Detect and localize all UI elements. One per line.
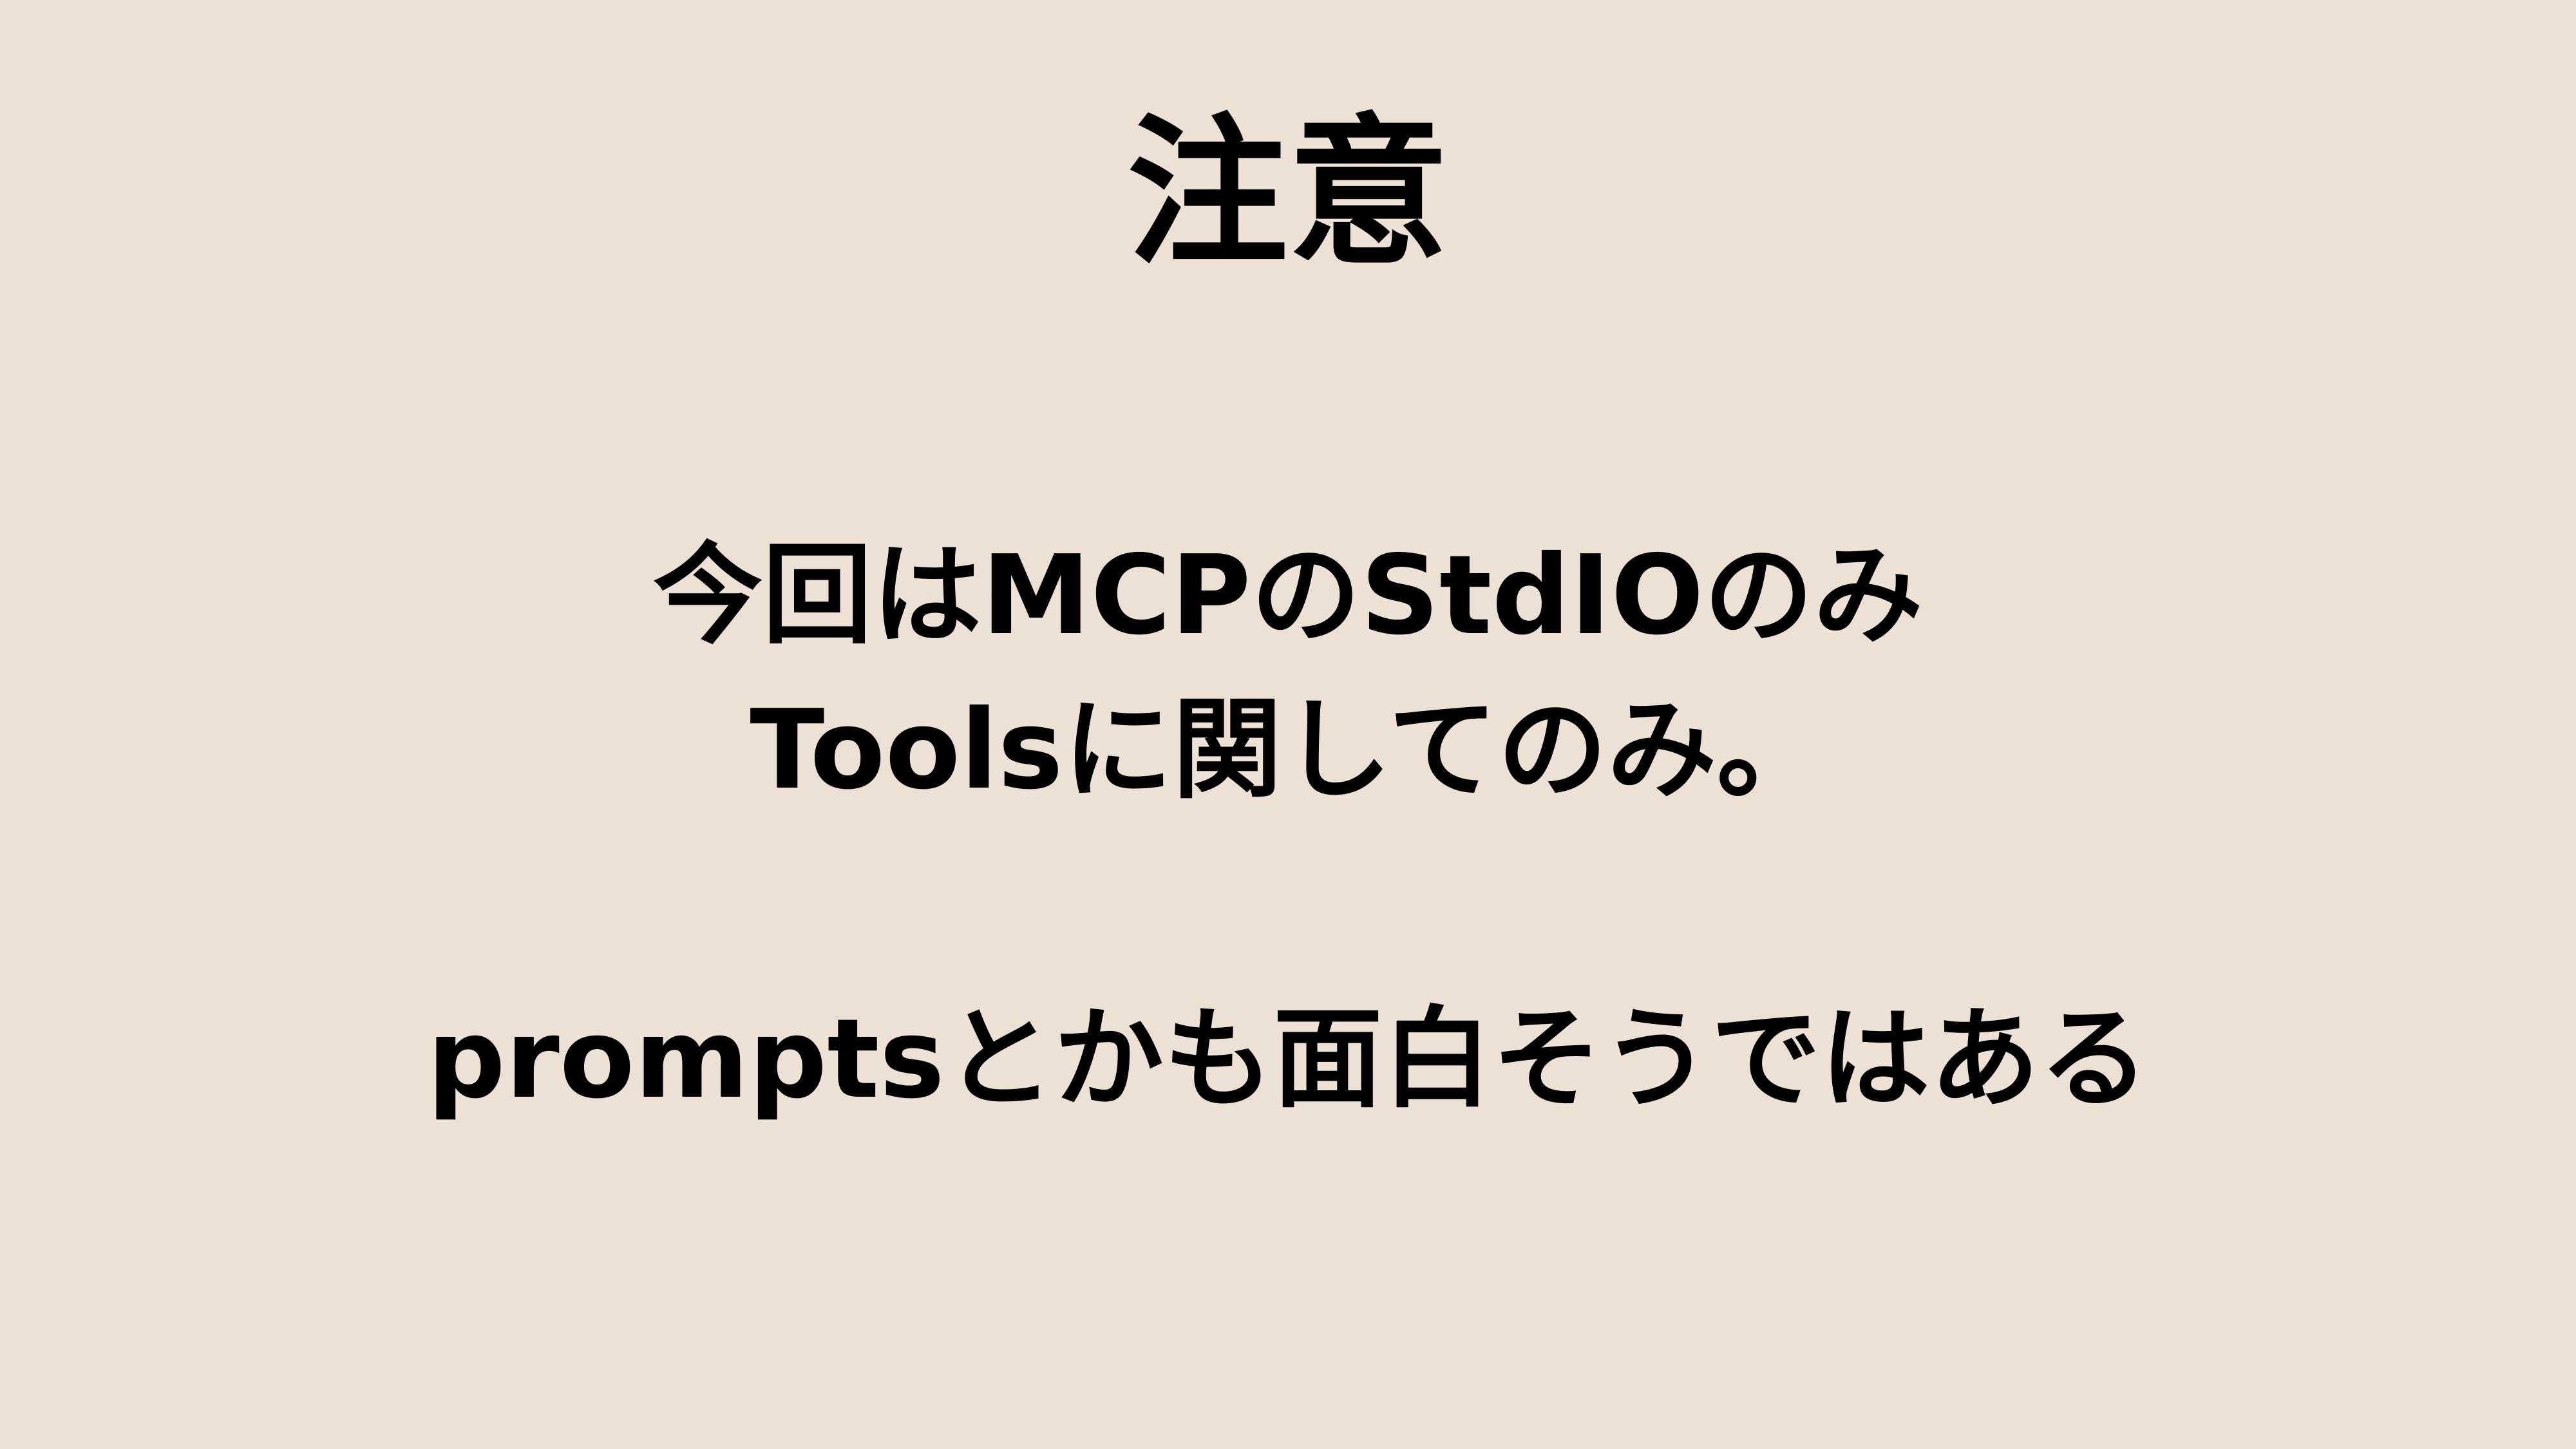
- slide-title: 注意: [1127, 99, 1449, 287]
- body-line-scope: 今回はMCPのStdIOのみ: [653, 532, 1923, 659]
- slide: 注意 今回はMCPのStdIOのみ Toolsに関してのみ。 promptsとか…: [0, 0, 2576, 1449]
- body-line-prompts: promptsとかも面白そうではある: [427, 996, 2149, 1123]
- body-line-tools: Toolsに関してのみ。: [750, 687, 1826, 814]
